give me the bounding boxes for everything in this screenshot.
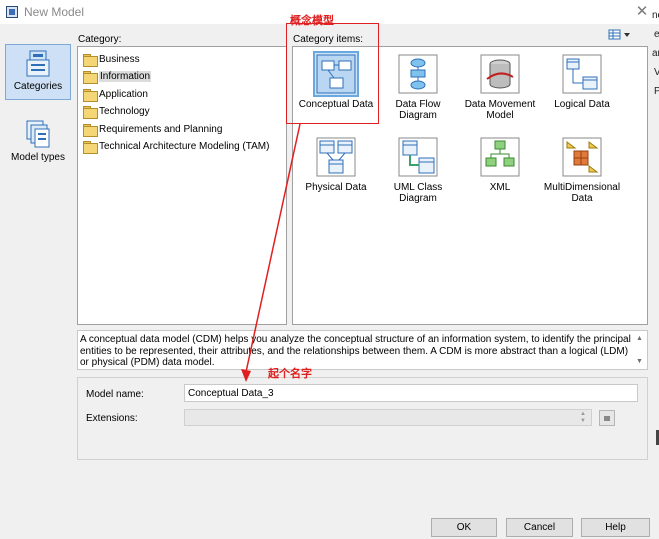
help-button[interactable]: Help	[581, 518, 650, 537]
annotation-label-name-it: 起个名字	[268, 368, 312, 380]
category-item-label: Technical Architecture Modeling (TAM)	[99, 141, 270, 152]
annotation-label-conceptual-model: 概念模型	[290, 15, 334, 27]
tile-logical-data[interactable]: Logical Data	[541, 53, 623, 110]
category-item-business[interactable]: Business	[83, 52, 140, 67]
data-flow-diagram-icon	[398, 54, 438, 94]
description-scroll-up-icon[interactable]: ▲	[636, 335, 643, 342]
category-item-information[interactable]: Information	[83, 69, 152, 84]
model-description: A conceptual data model (CDM) helps you …	[77, 330, 648, 370]
category-item-label: Business	[99, 54, 140, 65]
background-text: an	[652, 48, 659, 59]
category-item-tam[interactable]: Technical Architecture Modeling (TAM)	[83, 139, 269, 154]
folder-icon	[83, 54, 98, 67]
tile-label: UML Class Diagram	[393, 182, 443, 204]
category-item-label: Application	[99, 89, 148, 100]
annotation-box	[286, 23, 379, 124]
xml-icon	[480, 137, 520, 177]
folder-icon	[83, 71, 98, 84]
background-text: P	[654, 86, 659, 97]
folder-icon	[83, 124, 98, 137]
tile-label: XML	[489, 182, 511, 193]
folder-icon	[83, 106, 98, 119]
view-categories-button[interactable]: Categories	[5, 44, 71, 100]
view-model-types-label: Model types	[11, 152, 65, 163]
app-icon	[6, 6, 18, 18]
category-item-application[interactable]: Application	[83, 87, 148, 102]
background-text: ne	[652, 10, 659, 21]
tile-label: Data Movement Model	[464, 99, 536, 121]
model-types-icon	[26, 120, 50, 148]
category-item-label: Technology	[99, 106, 150, 117]
background-text: e	[654, 29, 659, 40]
tile-uml-class-diagram[interactable]: UML Class Diagram	[377, 136, 459, 204]
category-item-technology[interactable]: Technology	[83, 104, 150, 119]
description-scroll-down-icon[interactable]: ▼	[636, 358, 643, 365]
ok-button[interactable]: OK	[431, 518, 497, 537]
tile-physical-data[interactable]: Physical Data	[295, 136, 377, 193]
tile-multidimensional-data[interactable]: MultiDimensional Data	[541, 136, 623, 204]
categories-icon	[26, 50, 50, 77]
view-categories-label: Categories	[13, 81, 63, 92]
extensions-browse-button[interactable]	[599, 410, 615, 426]
tile-label: MultiDimensional Data	[543, 182, 621, 204]
tile-xml[interactable]: XML	[459, 136, 541, 193]
folder-icon	[83, 141, 98, 154]
cancel-button[interactable]: Cancel	[506, 518, 573, 537]
model-name-input[interactable]	[184, 384, 638, 402]
list-view-icon[interactable]	[608, 29, 632, 41]
extensions-field[interactable]	[184, 409, 592, 426]
multidimensional-data-icon	[562, 137, 602, 177]
folder-icon	[83, 89, 98, 102]
physical-data-icon	[316, 137, 356, 177]
window-title: New Model	[24, 5, 85, 19]
model-name-label: Model name:	[86, 389, 144, 400]
uml-class-diagram-icon	[398, 137, 438, 177]
logical-data-icon	[562, 54, 602, 94]
background-text: V	[654, 67, 659, 78]
tile-data-movement-model[interactable]: Data Movement Model	[459, 53, 541, 121]
tile-label: Data Flow Diagram	[395, 99, 441, 121]
tile-label: Physical Data	[305, 182, 367, 193]
tile-data-flow-diagram[interactable]: Data Flow Diagram	[377, 53, 459, 121]
view-model-types-button[interactable]: Model types	[5, 116, 71, 164]
extensions-spin-down-icon[interactable]: ▼	[580, 418, 586, 424]
category-label: Category:	[78, 34, 122, 45]
category-item-label: Requirements and Planning	[99, 124, 223, 135]
extensions-spin-up-icon[interactable]: ▲	[580, 411, 586, 417]
category-item-requirements-and-planning[interactable]: Requirements and Planning	[83, 122, 222, 137]
close-button[interactable]: ✕	[632, 2, 652, 22]
tile-label: Logical Data	[554, 99, 610, 110]
category-item-label: Information	[99, 71, 152, 82]
category-list[interactable]: Business Information Application Technol…	[77, 46, 287, 325]
data-movement-model-icon	[480, 54, 520, 94]
extensions-label: Extensions:	[86, 413, 138, 424]
